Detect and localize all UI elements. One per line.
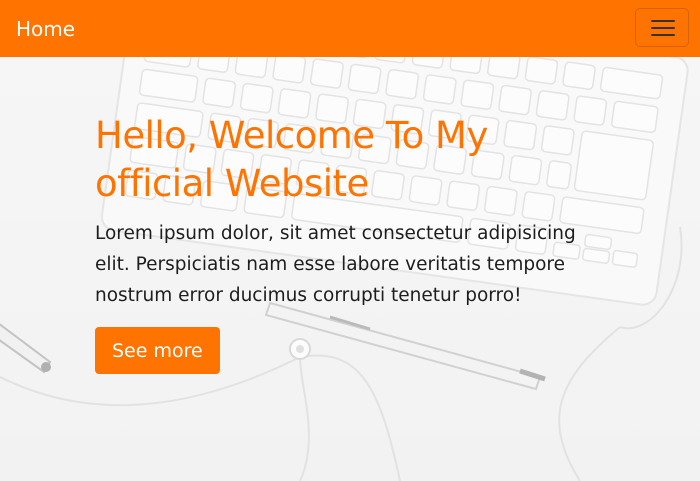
page: Home Hello, Welcome To My official Websi…: [0, 0, 700, 481]
hero-section: Hello, Welcome To My official Website Lo…: [95, 112, 595, 374]
navbar-toggle-button[interactable]: [635, 8, 689, 47]
navbar: Home: [0, 0, 700, 57]
hero-description: Lorem ipsum dolor, sit amet consectetur …: [95, 223, 576, 306]
hero-title: Hello, Welcome To My official Website: [95, 114, 488, 205]
hamburger-menu-icon: [651, 19, 675, 37]
nav-brand-home-link[interactable]: Home: [16, 17, 75, 41]
see-more-button[interactable]: See more: [95, 327, 220, 374]
